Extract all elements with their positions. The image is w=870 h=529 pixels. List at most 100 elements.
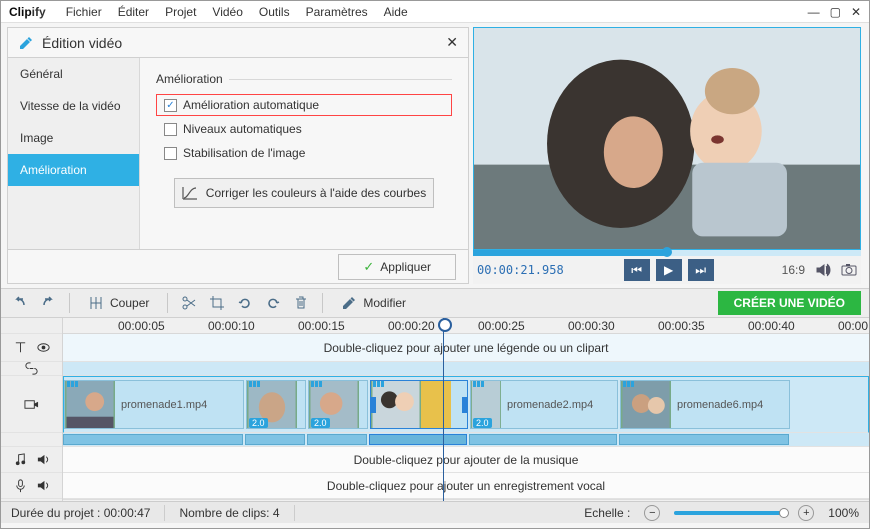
menu-edit[interactable]: Éditer xyxy=(110,5,157,19)
progress-handle[interactable] xyxy=(662,247,672,257)
statusbar: Durée du projet : 00:00:47 Nombre de cli… xyxy=(1,501,869,523)
tab-enhance[interactable]: Amélioration xyxy=(8,154,139,186)
undo-button[interactable] xyxy=(9,292,31,314)
cut-button[interactable]: Couper xyxy=(80,291,157,315)
scale-label: Echelle : xyxy=(584,506,630,520)
time-ruler[interactable]: 00:00:0500:00:1000:00:1500:00:2000:00:25… xyxy=(63,318,869,334)
menubar: Clipify Fichier Éditer Projet Vidéo Outi… xyxy=(1,1,869,23)
menu-settings[interactable]: Paramètres xyxy=(298,5,376,19)
checkbox-label: Niveaux automatiques xyxy=(183,122,302,136)
apply-button[interactable]: ✓ Appliquer xyxy=(338,254,456,280)
panel-content: Amélioration ✓ Amélioration automatique … xyxy=(140,58,468,249)
panel-titlebar: Édition vidéo ✕ xyxy=(8,28,468,58)
speaker-icon[interactable] xyxy=(36,478,51,493)
checkbox-auto-levels[interactable]: Niveaux automatiques xyxy=(156,118,452,140)
menu-help[interactable]: Aide xyxy=(376,5,416,19)
video-icon xyxy=(24,397,39,412)
clip-1[interactable]: promenade1.mp4 xyxy=(64,380,244,429)
crop-button[interactable] xyxy=(206,292,228,314)
link-icon xyxy=(24,361,39,376)
zoom-in-button[interactable]: + xyxy=(798,505,814,521)
mic-icon xyxy=(13,478,28,493)
camera-icon[interactable] xyxy=(841,262,857,278)
close-icon[interactable]: ✕ xyxy=(851,5,861,19)
menu-tools[interactable]: Outils xyxy=(251,5,298,19)
zoom-out-button[interactable]: − xyxy=(644,505,660,521)
tab-speed[interactable]: Vitesse de la vidéo xyxy=(8,90,139,122)
fieldset-label: Amélioration xyxy=(156,72,452,86)
pencil-icon xyxy=(341,295,357,311)
menu-project[interactable]: Projet xyxy=(157,5,204,19)
curves-label: Corriger les couleurs à l'aide des courb… xyxy=(206,186,426,200)
panel-close-icon[interactable]: ✕ xyxy=(446,34,458,51)
cut-label: Couper xyxy=(110,296,149,310)
menu-file[interactable]: Fichier xyxy=(58,5,110,19)
clip-2[interactable]: 2.0 xyxy=(246,380,306,429)
checkbox-label: Amélioration automatique xyxy=(183,98,319,112)
rotate-left-button[interactable] xyxy=(234,292,256,314)
tab-image[interactable]: Image xyxy=(8,122,139,154)
clip-5[interactable]: promenade2.mp42.0 xyxy=(470,380,618,429)
music-track[interactable]: Double-cliquez pour ajouter de la musiqu… xyxy=(63,447,869,473)
video-preview[interactable] xyxy=(473,27,861,250)
next-button[interactable]: ⏭ xyxy=(688,259,714,281)
eye-icon[interactable] xyxy=(36,340,51,355)
modify-label: Modifier xyxy=(363,296,406,310)
rotate-right-button[interactable] xyxy=(262,292,284,314)
menu-video[interactable]: Vidéo xyxy=(204,5,250,19)
speaker-icon[interactable] xyxy=(36,452,51,467)
preview-controls: 00:00:21.958 ⏮ ▶ ⏭ 16:9 xyxy=(473,256,861,284)
text-icon xyxy=(13,340,28,355)
scissors-button[interactable] xyxy=(178,292,200,314)
scale-value: 100% xyxy=(828,506,859,520)
clip-count: Nombre de clips: 4 xyxy=(179,506,279,520)
track-head-voice[interactable] xyxy=(1,473,62,499)
delete-button[interactable] xyxy=(290,292,312,314)
tab-general[interactable]: Général xyxy=(8,58,139,90)
track-head-link[interactable] xyxy=(1,362,62,376)
play-button[interactable]: ▶ xyxy=(656,259,682,281)
volume-icon[interactable] xyxy=(815,262,831,278)
modify-button[interactable]: Modifier xyxy=(333,291,414,315)
voice-track[interactable]: Double-cliquez pour ajouter un enregistr… xyxy=(63,473,869,499)
edit-icon xyxy=(18,35,34,51)
track-head-video[interactable] xyxy=(1,376,62,433)
playhead[interactable] xyxy=(443,318,444,501)
track-head-music[interactable] xyxy=(1,447,62,473)
curves-button[interactable]: Corriger les couleurs à l'aide des courb… xyxy=(174,178,434,208)
preview-frame xyxy=(474,28,860,249)
checkbox-checked-icon: ✓ xyxy=(164,99,177,112)
timecode: 00:00:21.958 xyxy=(477,263,564,277)
aspect-ratio: 16:9 xyxy=(782,263,805,277)
zoom-slider[interactable] xyxy=(674,511,784,515)
panel-tabs: Général Vitesse de la vidéo Image Amélio… xyxy=(8,58,140,249)
track-heads xyxy=(1,318,63,501)
timeline: 00:00:0500:00:1000:00:1500:00:2000:00:25… xyxy=(1,318,869,501)
timeline-body[interactable]: 00:00:0500:00:1000:00:1500:00:2000:00:25… xyxy=(63,318,869,501)
clip-4-selected[interactable] xyxy=(370,380,468,429)
video-link-track xyxy=(63,433,869,447)
track-head-text[interactable] xyxy=(1,334,62,362)
split-icon xyxy=(88,295,104,311)
panel-title: Édition vidéo xyxy=(42,35,122,51)
edit-panel: Édition vidéo ✕ Général Vitesse de la vi… xyxy=(7,27,469,284)
maximize-icon[interactable]: ▢ xyxy=(830,5,841,19)
progress-bar[interactable] xyxy=(473,250,861,256)
clip-6[interactable]: promenade6.mp4 xyxy=(620,380,790,429)
checkbox-auto-enhance[interactable]: ✓ Amélioration automatique xyxy=(156,94,452,116)
checkbox-label: Stabilisation de l'image xyxy=(183,146,305,160)
redo-button[interactable] xyxy=(37,292,59,314)
app-logo: Clipify xyxy=(9,5,46,19)
prev-button[interactable]: ⏮ xyxy=(624,259,650,281)
preview-pane: 00:00:21.958 ⏮ ▶ ⏭ 16:9 xyxy=(473,27,861,284)
video-track[interactable]: promenade1.mp4 2.0 2.0 promenade2.mp42.0… xyxy=(63,376,869,433)
checkbox-icon xyxy=(164,123,177,136)
create-video-button[interactable]: CRÉER UNE VIDÉO xyxy=(718,291,861,315)
caption-track[interactable]: Double-cliquez pour ajouter une légende … xyxy=(63,334,869,362)
music-icon xyxy=(13,452,28,467)
horizontal-scrollbar[interactable] xyxy=(63,499,869,501)
minimize-icon[interactable]: — xyxy=(808,5,820,19)
apply-label: Appliquer xyxy=(380,260,431,274)
clip-3[interactable]: 2.0 xyxy=(308,380,368,429)
checkbox-stabilize[interactable]: Stabilisation de l'image xyxy=(156,142,452,164)
